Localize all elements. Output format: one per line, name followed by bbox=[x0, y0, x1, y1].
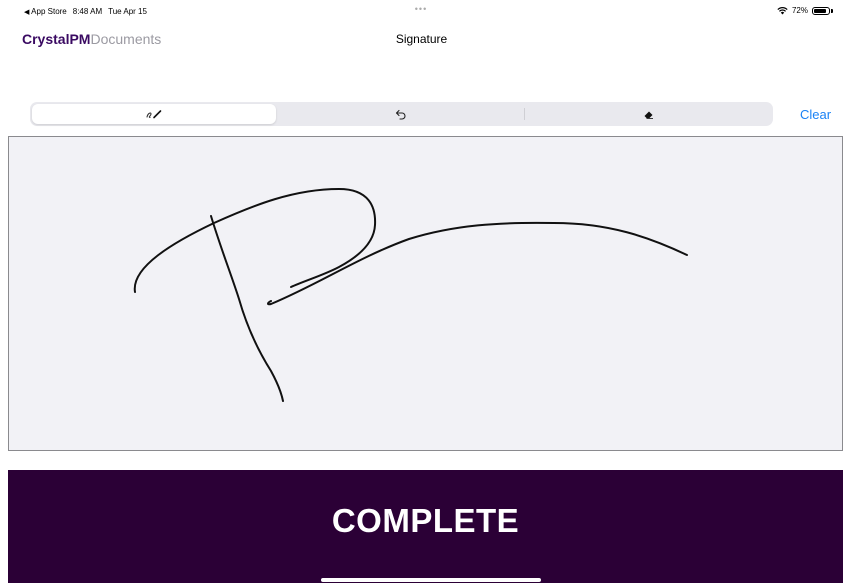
eraser-tool-button[interactable] bbox=[526, 104, 771, 124]
battery-percent: 72% bbox=[791, 6, 808, 15]
complete-label: COMPLETE bbox=[331, 502, 520, 539]
signature-stroke bbox=[133, 188, 688, 402]
battery-cap bbox=[831, 8, 833, 13]
eraser-icon bbox=[644, 111, 653, 119]
clear-button[interactable]: Clear bbox=[800, 107, 831, 122]
status-date: Tue Apr 15 bbox=[108, 7, 147, 16]
wifi-icon bbox=[777, 6, 788, 14]
drawing-tool-picker bbox=[30, 102, 773, 126]
undo-icon bbox=[395, 109, 406, 120]
pen-tool-button[interactable] bbox=[32, 104, 276, 124]
battery-icon bbox=[812, 6, 830, 15]
page-title: Signature bbox=[395, 32, 448, 46]
complete-button[interactable]: COMPLETE bbox=[8, 470, 843, 583]
back-arrow-icon: ◀ bbox=[24, 9, 30, 16]
status-time: 8:48 AM bbox=[72, 7, 103, 16]
back-to-app-link[interactable]: ◀ App Store bbox=[24, 7, 67, 16]
back-app-label: App Store bbox=[31, 7, 67, 16]
status-left: ◀ App Store 8:48 AM Tue Apr 15 bbox=[24, 7, 147, 16]
segment-divider bbox=[524, 108, 525, 120]
multitasking-dots[interactable]: ••• bbox=[415, 4, 427, 14]
undo-button[interactable] bbox=[278, 104, 524, 124]
home-indicator[interactable] bbox=[321, 578, 541, 582]
signature-canvas[interactable] bbox=[8, 136, 843, 451]
status-right: 72% bbox=[777, 6, 833, 15]
status-bar: ◀ App Store 8:48 AM Tue Apr 15 ••• 72% bbox=[0, 0, 843, 22]
pen-icon bbox=[146, 110, 162, 119]
